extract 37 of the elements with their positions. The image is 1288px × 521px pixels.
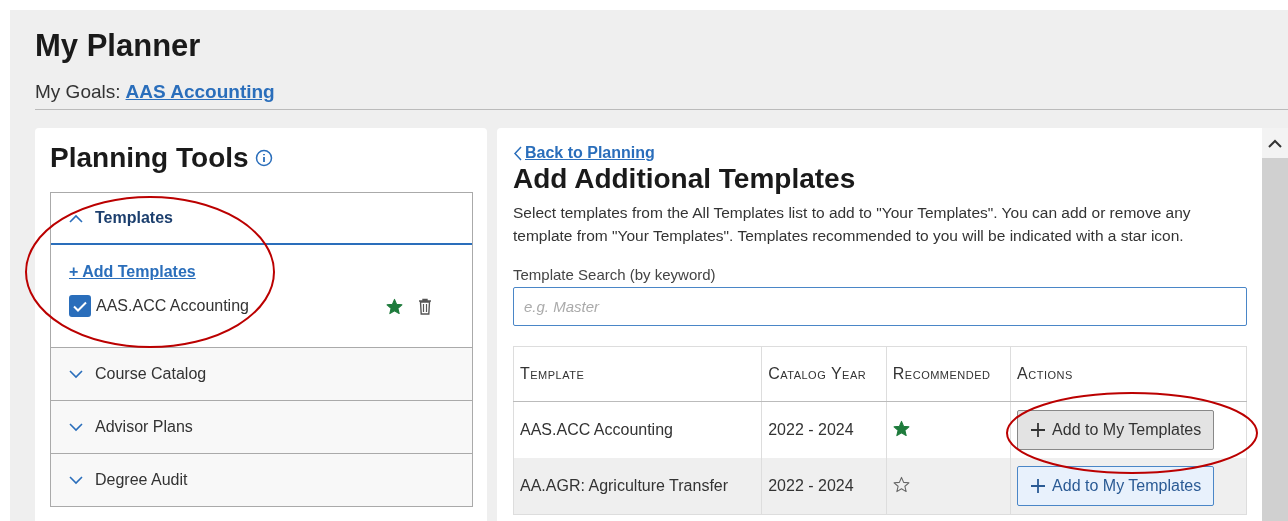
accordion-header[interactable]: Advisor Plans (51, 401, 472, 453)
info-icon[interactable] (254, 149, 273, 167)
column-header: Template (513, 346, 762, 402)
panel-title: Planning Tools (50, 142, 249, 174)
search-label: Template Search (by keyword) (513, 266, 717, 283)
add-to-templates-button[interactable]: Add to My Templates (1017, 410, 1215, 450)
trash-icon[interactable] (418, 297, 432, 315)
column-header: Catalog Year (761, 346, 887, 402)
plus-icon (1030, 422, 1047, 438)
back-link[interactable]: Back to Planning (525, 144, 655, 162)
table-cell: 2022 - 2024 (761, 458, 887, 515)
chevron-left-icon (513, 145, 522, 161)
page-title: My Planner (35, 28, 202, 64)
add-templates-link[interactable]: + Add Templates (69, 263, 196, 280)
column-header: Actions (1010, 346, 1247, 402)
checkbox[interactable] (69, 295, 91, 317)
accordion-header[interactable]: Degree Audit (51, 454, 472, 506)
search-field[interactable]: e.g. Master (513, 287, 1247, 326)
goal-link[interactable]: AAS Accounting (125, 81, 275, 103)
scrollbar[interactable] (1262, 128, 1288, 521)
column-header: Recommended (886, 346, 1011, 402)
plus-icon (1030, 478, 1047, 494)
chevron-down-icon (69, 422, 83, 432)
goals-label: My Goals: (35, 81, 121, 103)
checkmark-icon (73, 300, 87, 312)
scroll-up-icon[interactable] (1268, 138, 1282, 148)
add-to-templates-button[interactable]: Add to My Templates (1017, 466, 1215, 506)
table-row[interactable]: AA.AGR: Agriculture Transfer 2022 - 2024 Add to My Templates (513, 458, 1247, 515)
description: Select templates from the All Templates list to add to "Your Templates". You can add or remove any template from "Your Templates". Templates recommended to you will be indicated with a star icon. (513, 203, 1192, 246)
chevron-down-icon (69, 369, 83, 379)
table-row[interactable]: AAS.ACC Accounting 2022 - 2024 Add to My Templates (513, 401, 1247, 458)
chevron-up-icon (69, 213, 83, 223)
chevron-down-icon (69, 475, 83, 485)
table-cell: AA.AGR: Agriculture Transfer (513, 458, 762, 515)
accordion-header[interactable]: Course Catalog (51, 348, 472, 400)
template-name: AAS.ACC Accounting (96, 297, 250, 315)
section-title: Add Additional Templates (513, 163, 857, 195)
